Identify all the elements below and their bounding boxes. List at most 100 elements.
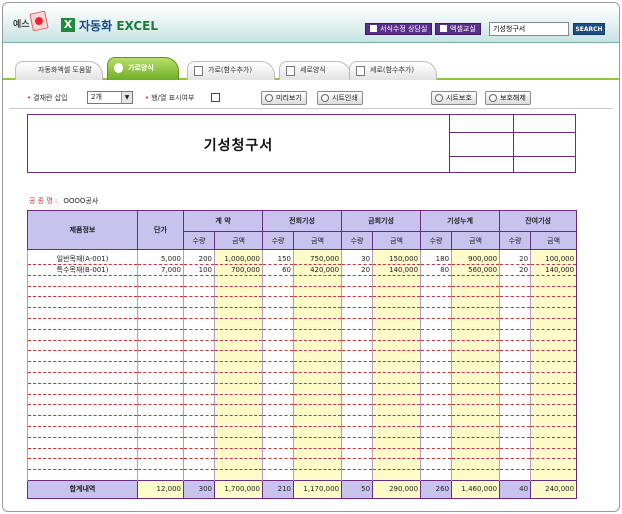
value-cell[interactable]: [341, 286, 373, 298]
value-cell[interactable]: [372, 361, 421, 373]
value-cell[interactable]: [372, 296, 421, 309]
value-cell[interactable]: [372, 469, 421, 481]
value-cell[interactable]: [341, 329, 373, 341]
value-cell[interactable]: [262, 350, 294, 363]
value-cell[interactable]: [213, 394, 263, 406]
value-cell[interactable]: 100: [183, 264, 215, 276]
consult-button[interactable]: 서식수정 상담실: [365, 23, 433, 35]
value-cell[interactable]: [293, 404, 342, 417]
tab-horizontal-func[interactable]: 가로(함수추가): [187, 61, 275, 80]
value-cell[interactable]: [372, 437, 421, 449]
value-cell[interactable]: [530, 296, 577, 309]
value-cell[interactable]: [420, 361, 452, 373]
value-cell[interactable]: [451, 448, 500, 460]
price-cell[interactable]: [137, 469, 184, 481]
value-cell[interactable]: 140,000: [530, 264, 577, 276]
value-cell[interactable]: [530, 469, 577, 481]
value-cell[interactable]: [451, 426, 500, 438]
value-cell[interactable]: [530, 286, 577, 298]
product-cell[interactable]: [27, 394, 138, 406]
value-cell[interactable]: [293, 469, 342, 481]
value-cell[interactable]: [451, 404, 500, 417]
value-cell[interactable]: [530, 340, 577, 352]
value-cell[interactable]: [499, 469, 531, 481]
value-cell[interactable]: [341, 394, 373, 406]
value-cell[interactable]: [372, 372, 421, 384]
value-cell[interactable]: 80: [420, 264, 452, 276]
value-cell[interactable]: [213, 415, 263, 427]
value-cell[interactable]: [451, 361, 500, 373]
value-cell[interactable]: [420, 340, 452, 352]
value-cell[interactable]: 900,000: [451, 253, 500, 265]
value-cell[interactable]: [262, 372, 294, 384]
rowcol-checkbox[interactable]: [211, 93, 220, 102]
value-cell[interactable]: [293, 350, 342, 363]
value-cell[interactable]: [451, 296, 500, 309]
value-cell[interactable]: [372, 275, 421, 287]
preview-button[interactable]: 미리보기: [261, 91, 307, 105]
product-cell[interactable]: [27, 415, 138, 427]
value-cell[interactable]: [372, 394, 421, 406]
value-cell[interactable]: [530, 329, 577, 341]
value-cell[interactable]: [213, 296, 263, 309]
value-cell[interactable]: [499, 307, 531, 319]
product-cell[interactable]: [27, 350, 138, 363]
tab-vertical-func[interactable]: 세로(함수추가): [349, 61, 437, 80]
value-cell[interactable]: [372, 307, 421, 319]
value-cell[interactable]: [372, 458, 421, 471]
value-cell[interactable]: [499, 329, 531, 341]
product-cell[interactable]: [27, 296, 138, 309]
value-cell[interactable]: [420, 296, 452, 309]
value-cell[interactable]: [530, 275, 577, 287]
price-cell[interactable]: [137, 437, 184, 449]
value-cell[interactable]: [420, 318, 452, 330]
value-cell[interactable]: [293, 437, 342, 449]
price-cell[interactable]: [137, 458, 184, 471]
price-cell[interactable]: [137, 372, 184, 384]
product-cell[interactable]: 일반목재(A-001): [27, 253, 138, 265]
price-cell[interactable]: [137, 415, 184, 427]
value-cell[interactable]: [451, 458, 500, 471]
value-cell[interactable]: [183, 415, 215, 427]
product-cell[interactable]: [27, 318, 138, 330]
value-cell[interactable]: [341, 372, 373, 384]
value-cell[interactable]: [499, 340, 531, 352]
value-cell[interactable]: [499, 361, 531, 373]
value-cell[interactable]: [372, 383, 421, 395]
value-cell[interactable]: [499, 404, 531, 417]
value-cell[interactable]: [372, 426, 421, 438]
value-cell[interactable]: [530, 437, 577, 449]
value-cell[interactable]: [293, 307, 342, 319]
value-cell[interactable]: 30: [341, 253, 373, 265]
value-cell[interactable]: [262, 458, 294, 471]
value-cell[interactable]: [341, 458, 373, 471]
price-cell[interactable]: [137, 286, 184, 298]
value-cell[interactable]: [262, 383, 294, 395]
value-cell[interactable]: [499, 458, 531, 471]
value-cell[interactable]: 1,000,000: [213, 253, 263, 265]
value-cell[interactable]: [499, 426, 531, 438]
price-cell[interactable]: 5,000: [137, 253, 184, 265]
value-cell[interactable]: [420, 448, 452, 460]
value-cell[interactable]: [420, 383, 452, 395]
value-cell[interactable]: 750,000: [293, 253, 342, 265]
value-cell[interactable]: [183, 350, 215, 363]
value-cell[interactable]: [213, 426, 263, 438]
value-cell[interactable]: [341, 426, 373, 438]
value-cell[interactable]: [530, 318, 577, 330]
product-cell[interactable]: [27, 372, 138, 384]
value-cell[interactable]: [451, 372, 500, 384]
value-cell[interactable]: [213, 372, 263, 384]
value-cell[interactable]: [262, 404, 294, 417]
value-cell[interactable]: [262, 307, 294, 319]
print-button[interactable]: 시트인쇄: [317, 91, 363, 105]
value-cell[interactable]: [372, 350, 421, 363]
value-cell[interactable]: [372, 318, 421, 330]
price-cell[interactable]: [137, 448, 184, 460]
value-cell[interactable]: [420, 404, 452, 417]
value-cell[interactable]: [213, 286, 263, 298]
value-cell[interactable]: [183, 372, 215, 384]
value-cell[interactable]: [372, 404, 421, 417]
product-cell[interactable]: [27, 275, 138, 287]
product-cell[interactable]: [27, 448, 138, 460]
